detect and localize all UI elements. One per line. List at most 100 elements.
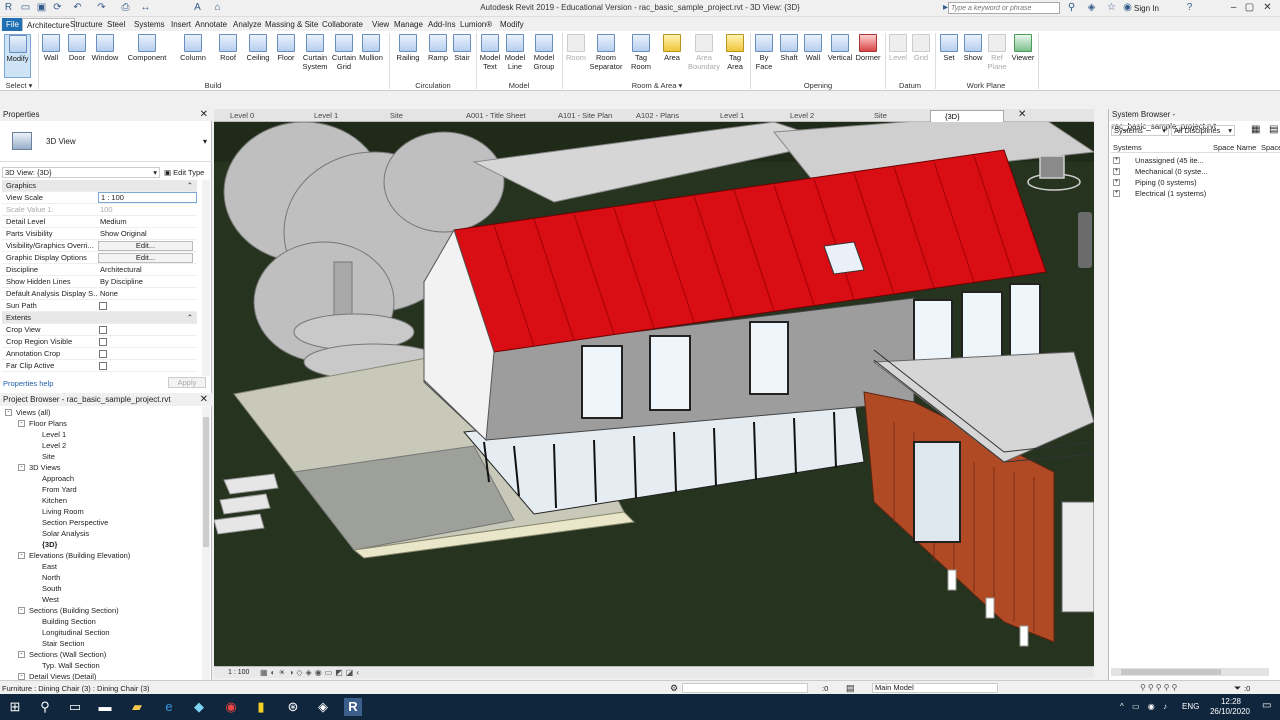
- revit-taskbar-icon[interactable]: R: [344, 698, 362, 716]
- edit-button[interactable]: Edit...: [98, 253, 193, 263]
- property-row[interactable]: Crop Region Visible: [2, 336, 197, 348]
- systems-filter[interactable]: Systems ▾: [1111, 125, 1169, 136]
- property-category[interactable]: Graphics ⌃: [2, 180, 197, 192]
- properties-scrollbar[interactable]: [202, 180, 210, 376]
- curtain-system-button[interactable]: Curtain System: [300, 34, 330, 71]
- ribbon-tab-add-ins[interactable]: Add-Ins: [424, 18, 460, 31]
- wall-button[interactable]: Wall: [40, 34, 62, 62]
- clock-date[interactable]: 26/10/2020: [1204, 707, 1256, 716]
- tree-node[interactable]: 3D Views: [29, 462, 61, 473]
- maximize-button[interactable]: ▢: [1244, 2, 1255, 13]
- binoculars-icon[interactable]: ⚲: [1066, 2, 1077, 13]
- property-row[interactable]: Visibility/Graphics Overri... Edit...: [2, 240, 197, 252]
- instance-filter[interactable]: 3D View: {3D} ▾: [2, 167, 160, 178]
- favorites-icon[interactable]: ☆: [1106, 2, 1117, 13]
- browser-scrollbar[interactable]: [202, 407, 210, 680]
- property-value[interactable]: Medium: [98, 216, 197, 228]
- task-view-icon[interactable]: ▭: [66, 698, 84, 716]
- system-tray-icons[interactable]: ^ ▭ ◉ ♪: [1120, 702, 1170, 711]
- 3d-viewport[interactable]: [214, 122, 1094, 666]
- view-tab[interactable]: Level 2: [776, 110, 860, 122]
- property-row[interactable]: Scale Value 1: 100: [2, 204, 197, 216]
- ribbon-tab-file[interactable]: File: [2, 18, 23, 31]
- tag-area-button[interactable]: Tag Area: [722, 34, 748, 71]
- app-icon[interactable]: ◆: [190, 698, 208, 716]
- property-value[interactable]: Architectural: [98, 264, 197, 276]
- view-toggle-icon[interactable]: ▤: [1269, 124, 1278, 135]
- tree-node[interactable]: Views (all): [16, 407, 50, 418]
- tree-node[interactable]: Floor Plans: [29, 418, 67, 429]
- railing-button[interactable]: Railing: [394, 34, 422, 62]
- tree-toggle-icon[interactable]: -: [18, 464, 25, 471]
- minimize-button[interactable]: –: [1228, 2, 1239, 13]
- group-select[interactable]: Select ▾: [2, 81, 36, 90]
- ribbon-tab-steel[interactable]: Steel: [103, 18, 129, 31]
- file-explorer-icon[interactable]: ▰: [128, 698, 146, 716]
- component-button[interactable]: Component: [126, 34, 168, 62]
- notifications-icon[interactable]: ▭: [1262, 700, 1271, 711]
- ribbon-tab-analyze[interactable]: Analyze: [229, 18, 265, 31]
- column-button[interactable]: Column: [178, 34, 208, 62]
- view-tab[interactable]: Site: [860, 110, 930, 122]
- grid-button[interactable]: Grid: [910, 34, 932, 62]
- by-face-button[interactable]: By Face: [752, 34, 776, 71]
- tree-toggle-icon[interactable]: -: [5, 409, 12, 416]
- expand-icon[interactable]: +: [1113, 168, 1120, 175]
- ceiling-button[interactable]: Ceiling: [244, 34, 272, 62]
- property-checkbox[interactable]: [99, 362, 107, 370]
- chrome-icon[interactable]: ◉: [222, 698, 240, 716]
- project-browser-close-icon[interactable]: ✕: [200, 394, 208, 406]
- tree-node[interactable]: From Yard: [42, 484, 77, 495]
- tree-toggle-icon[interactable]: -: [18, 651, 25, 658]
- view-scale-control[interactable]: 1 : 100: [228, 669, 249, 676]
- model-line-button[interactable]: Model Line: [503, 34, 527, 71]
- curtain-grid-button[interactable]: Curtain Grid: [330, 34, 358, 71]
- tree-node[interactable]: Longitudinal Section: [42, 627, 110, 638]
- system-item[interactable]: Mechanical (0 syste...: [1135, 166, 1208, 177]
- property-row[interactable]: Graphic Display Options Edit...: [2, 252, 197, 264]
- roof-button[interactable]: Roof: [216, 34, 240, 62]
- tree-node[interactable]: Solar Analysis: [42, 528, 89, 539]
- collapse-icon[interactable]: ⌃: [187, 312, 193, 324]
- view-tab[interactable]: A102 - Plans: [622, 110, 706, 122]
- tree-node[interactable]: Approach: [42, 473, 74, 484]
- view-tab[interactable]: Level 1: [300, 110, 376, 122]
- disciplines-filter[interactable]: All Disciplines ▾: [1171, 125, 1235, 136]
- tree-node[interactable]: Living Room: [42, 506, 84, 517]
- model-group-button[interactable]: Model Group: [530, 34, 558, 71]
- property-value[interactable]: None: [98, 288, 197, 300]
- tree-node[interactable]: Stair Section: [42, 638, 85, 649]
- stair-button[interactable]: Stair: [451, 34, 473, 62]
- property-checkbox[interactable]: [99, 350, 107, 358]
- apply-button[interactable]: Apply: [168, 377, 206, 388]
- property-checkbox[interactable]: [99, 338, 107, 346]
- view-tab[interactable]: A101 - Site Plan: [544, 110, 622, 122]
- search-icon[interactable]: ⚲: [36, 698, 54, 716]
- tree-node[interactable]: Typ. Wall Section: [42, 660, 100, 671]
- properties-close-icon[interactable]: ✕: [200, 109, 208, 121]
- expand-icon[interactable]: +: [1113, 157, 1120, 164]
- design-options-icon[interactable]: ▤: [846, 683, 855, 694]
- tree-node[interactable]: South: [42, 583, 62, 594]
- system-hscroll[interactable]: [1111, 668, 1269, 676]
- group-room-area[interactable]: Room & Area ▾: [564, 81, 750, 90]
- property-value[interactable]: By Discipline: [98, 276, 197, 288]
- properties-help-link[interactable]: Properties help: [3, 379, 53, 388]
- room-button[interactable]: Room: [564, 34, 588, 62]
- tree-node[interactable]: Level 2: [42, 440, 66, 451]
- ribbon-tab-massing-site[interactable]: Massing & Site: [261, 18, 322, 31]
- property-checkbox[interactable]: [99, 302, 107, 310]
- windows-start-icon[interactable]: ⊞: [6, 698, 24, 716]
- property-row[interactable]: Sun Path: [2, 300, 197, 312]
- ribbon-tab-collaborate[interactable]: Collaborate: [318, 18, 367, 31]
- property-category[interactable]: Extents ⌃: [2, 312, 197, 324]
- property-value[interactable]: 1 : 100: [98, 192, 197, 203]
- room-separator-button[interactable]: Room Separator: [588, 34, 624, 71]
- property-row[interactable]: Default Analysis Display S... None: [2, 288, 197, 300]
- property-row[interactable]: Discipline Architectural: [2, 264, 197, 276]
- property-row[interactable]: Show Hidden Lines By Discipline: [2, 276, 197, 288]
- property-row[interactable]: View Scale 1 : 100: [2, 192, 197, 204]
- workset-select[interactable]: [682, 683, 808, 693]
- tree-node[interactable]: {3D}: [42, 539, 57, 550]
- property-row[interactable]: Far Clip Active: [2, 360, 197, 372]
